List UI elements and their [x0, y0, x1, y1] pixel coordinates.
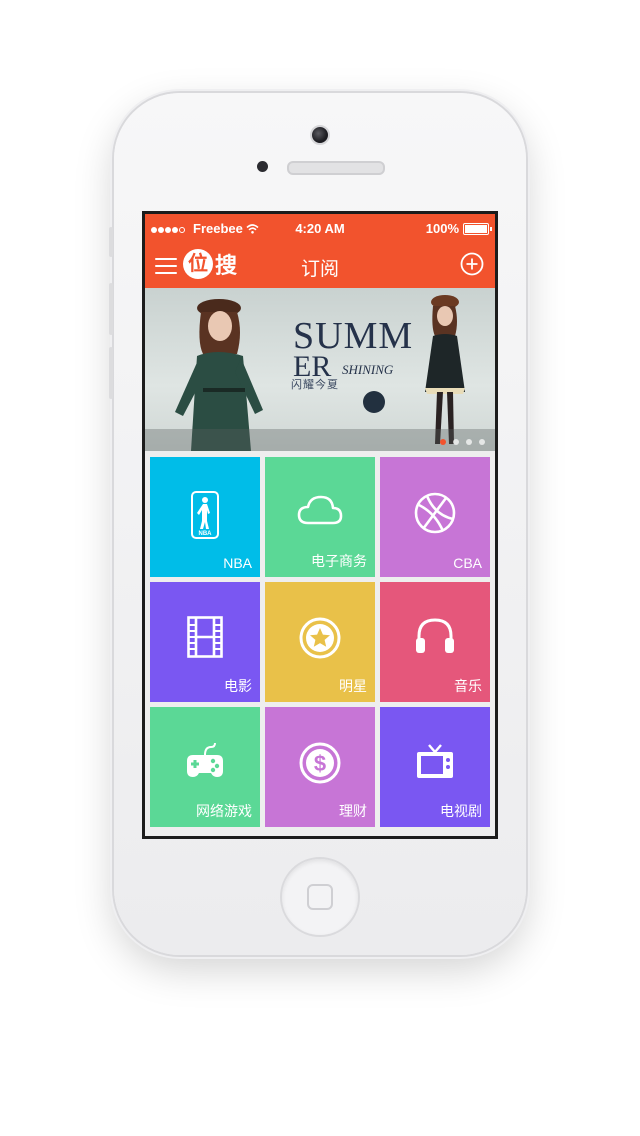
headphones-icon: [416, 618, 454, 653]
tile-nba[interactable]: NBA NBA: [150, 457, 260, 577]
tile-tv-series[interactable]: 电视剧: [380, 707, 490, 827]
film-icon: [187, 616, 223, 658]
gamepad-icon: [187, 742, 223, 777]
tile-cba[interactable]: CBA: [380, 457, 490, 577]
volume-up-button: [109, 283, 113, 335]
earpiece-speaker: [287, 161, 385, 175]
pager-dot-2[interactable]: [453, 439, 459, 445]
category-grid: NBA NBA 电子商务 CBA 电影 明星 音乐 网络游戏 $ 理财 电视剧: [150, 457, 490, 827]
tile-online-games[interactable]: 网络游戏: [150, 707, 260, 827]
tile-label: 电视剧: [440, 803, 482, 819]
svg-text:$: $: [314, 751, 326, 776]
tile-finance[interactable]: $ 理财: [265, 707, 375, 827]
tile-music[interactable]: 音乐: [380, 582, 490, 702]
add-icon[interactable]: [460, 252, 484, 276]
page-title: 订阅: [300, 259, 339, 280]
battery-icon: [463, 222, 492, 235]
banner-model-right: [425, 295, 465, 444]
tile-label: 明星: [339, 678, 367, 694]
tile-label: CBA: [453, 555, 482, 571]
phone-screen: Freebee 4:20 AM 100% 位 搜 订阅 SUMM ER SHIN…: [142, 211, 498, 839]
banner-subtitle: 闪耀今夏: [291, 379, 339, 391]
promo-banner[interactable]: SUMM ER SHINING 闪耀今夏: [145, 288, 495, 451]
basketball-icon: [414, 492, 456, 534]
front-camera: [310, 125, 330, 145]
banner-pager[interactable]: [440, 439, 485, 445]
tile-label: 电子商务: [311, 553, 367, 569]
app-view: Freebee 4:20 AM 100% 位 搜 订阅 SUMM ER SHIN…: [145, 214, 495, 836]
battery-percent: 100%: [425, 221, 459, 236]
cloud-icon: [297, 495, 343, 525]
nav-bar: 位 搜 订阅: [145, 242, 495, 288]
star-icon: [299, 617, 341, 659]
tile-label: 理财: [339, 803, 367, 819]
tile-label: NBA: [223, 555, 252, 571]
pager-dot-1[interactable]: [440, 439, 446, 445]
volume-down-button: [109, 347, 113, 399]
banner-badge: [363, 391, 385, 413]
svg-text:NBA: NBA: [199, 531, 213, 537]
tile-label: 网络游戏: [196, 803, 252, 819]
proximity-sensor: [257, 161, 268, 172]
pager-dot-3[interactable]: [466, 439, 472, 445]
banner-model-left: [175, 299, 263, 451]
tile-label: 音乐: [454, 678, 482, 694]
banner-headline-line3: SHINING: [342, 362, 394, 377]
mute-switch: [109, 227, 113, 257]
pager-dot-4[interactable]: [479, 439, 485, 445]
tv-icon: [417, 744, 453, 778]
home-button[interactable]: [280, 857, 360, 937]
status-bar: Freebee 4:20 AM 100%: [145, 214, 495, 242]
dollar-icon: $: [299, 742, 341, 784]
tile-label: 电影: [224, 678, 252, 694]
tile-ecommerce[interactable]: 电子商务: [265, 457, 375, 577]
nba-logo-icon: NBA: [191, 491, 219, 539]
tile-stars[interactable]: 明星: [265, 582, 375, 702]
tile-movies[interactable]: 电影: [150, 582, 260, 702]
